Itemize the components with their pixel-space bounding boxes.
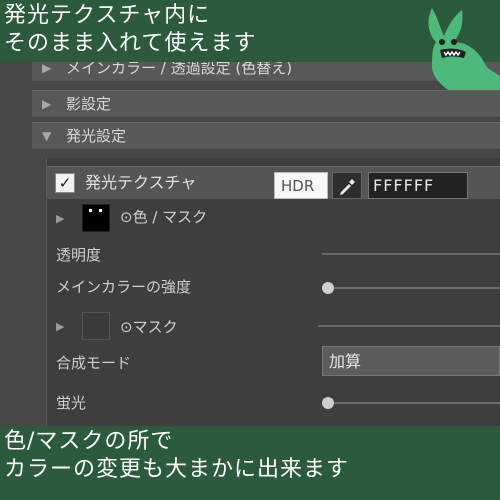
material-inspector-panel: ▶ メインカラー / 透過設定 (色替え) ▶ 影設定 ▼ 発光設定 ✓ 発光テ…: [0, 62, 500, 426]
bottom-caption-line-1: 色/マスクの所で: [4, 429, 174, 454]
thumbnail-dot: [89, 209, 92, 212]
eyedropper-button[interactable]: [332, 172, 362, 199]
bottom-caption: 色/マスクの所で カラーの変更も大まかに出来ます: [4, 428, 349, 484]
section-shadow[interactable]: ▶ 影設定: [32, 90, 500, 117]
slider-knob[interactable]: [322, 397, 334, 409]
mask-slider[interactable]: [318, 325, 500, 327]
section-label: 影設定: [66, 95, 112, 113]
thumbnail-dot: [99, 209, 102, 212]
top-caption: 発光テクスチャ内に そのまま入れて使えます: [4, 2, 256, 58]
expand-triangle-icon: ▶: [42, 62, 52, 75]
transparency-slider[interactable]: [322, 253, 500, 255]
expand-triangle-icon[interactable]: ▶: [56, 212, 64, 225]
fluorescence-label: 蛍光: [56, 394, 87, 412]
expand-triangle-icon: ▶: [42, 97, 52, 111]
collapse-triangle-icon: ▼: [42, 129, 52, 143]
main-color-strength-slider[interactable]: [322, 287, 500, 289]
section-emission[interactable]: ▼ 発光設定: [32, 122, 500, 149]
emission-texture-thumbnail[interactable]: [82, 204, 110, 232]
emission-texture-label: 発光テクスチャ: [85, 173, 197, 192]
emission-enable-checkbox[interactable]: ✓: [55, 173, 75, 193]
mascot-character-icon: [428, 8, 500, 90]
mask-label: ⊙マスク: [120, 318, 178, 336]
transparency-label: 透明度: [56, 246, 102, 264]
expand-triangle-icon[interactable]: ▶: [56, 320, 64, 333]
slider-knob[interactable]: [322, 282, 334, 294]
color-hex-input[interactable]: FFFFFF: [368, 172, 468, 199]
hdr-color-field[interactable]: HDR: [274, 172, 328, 199]
eyedropper-icon: [340, 179, 355, 195]
main-color-strength-label: メインカラーの強度: [56, 278, 192, 296]
mask-texture-thumbnail[interactable]: [82, 312, 110, 340]
blend-mode-label: 合成モード: [56, 354, 132, 372]
section-label: 発光設定: [66, 127, 127, 145]
color-mask-label: ⊙色 / マスク: [120, 208, 208, 226]
bottom-caption-line-2: カラーの変更も大まかに出来ます: [4, 457, 350, 482]
blend-mode-dropdown[interactable]: 加算: [322, 346, 500, 376]
fluorescence-slider[interactable]: [322, 402, 500, 404]
section-label: メインカラー / 透過設定 (色替え): [66, 62, 293, 77]
top-caption-line-2: そのまま入れて使えます: [4, 31, 257, 56]
top-caption-line-1: 発光テクスチャ内に: [4, 3, 211, 28]
